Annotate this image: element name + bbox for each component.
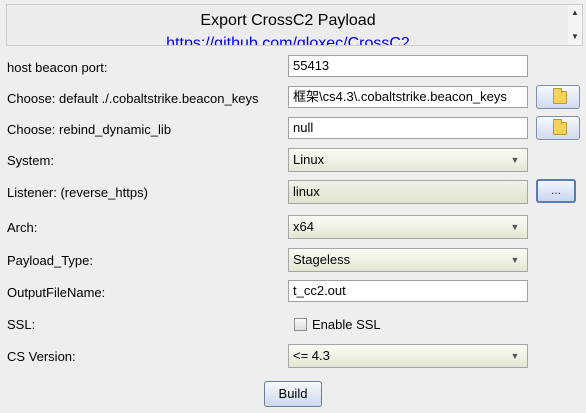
payload-type-select[interactable]: Stageless ▼ <box>288 248 528 272</box>
beacon-keys-browse-button[interactable] <box>536 85 580 109</box>
build-button[interactable]: Build <box>264 381 322 407</box>
arch-label: Arch: <box>7 220 38 235</box>
header-scrollbar[interactable]: ▲ ▼ <box>568 4 583 46</box>
beacon-keys-label: Choose: default ./.cobaltstrike.beacon_k… <box>7 91 259 106</box>
system-select[interactable]: Linux ▼ <box>288 148 528 172</box>
scroll-up-arrow-icon[interactable]: ▲ <box>568 6 582 20</box>
beacon-keys-input[interactable]: 框架\cs4.3\.cobaltstrike.beacon_keys <box>288 86 528 108</box>
beacon-port-label: host beacon port: <box>7 60 108 75</box>
arch-select[interactable]: x64 ▼ <box>288 215 528 239</box>
rebind-lib-label: Choose: rebind_dynamic_lib <box>7 122 172 137</box>
folder-icon <box>553 119 567 135</box>
github-link[interactable]: https://github.com/gloxec/CrossC2 <box>7 35 569 45</box>
ssl-label: SSL: <box>7 317 36 332</box>
chevron-down-icon[interactable]: ▼ <box>507 348 523 364</box>
cs-version-select[interactable]: <= 4.3 ▼ <box>288 344 528 368</box>
cs-version-label: CS Version: <box>7 349 76 364</box>
listener-label: Listener: (reverse_https) <box>7 185 148 200</box>
cs-version-selected-value: <= 4.3 <box>293 348 330 363</box>
chevron-down-icon[interactable]: ▼ <box>507 152 523 168</box>
folder-icon <box>553 88 567 104</box>
system-label: System: <box>7 153 54 168</box>
header-panel: Export CrossC2 Payload https://github.co… <box>6 4 570 46</box>
chevron-down-icon[interactable]: ▼ <box>507 219 523 235</box>
enable-ssl-label[interactable]: Enable SSL <box>312 317 381 332</box>
rebind-lib-input[interactable]: null <box>288 117 528 139</box>
listener-field[interactable]: linux <box>288 180 528 204</box>
scroll-down-arrow-icon[interactable]: ▼ <box>568 30 582 44</box>
system-selected-value: Linux <box>293 152 325 167</box>
listener-choose-button[interactable]: ... <box>536 179 576 203</box>
payload-type-selected-value: Stageless <box>293 252 351 267</box>
beacon-port-input[interactable]: 55413 <box>288 55 528 77</box>
payload-type-label: Payload_Type: <box>7 253 94 268</box>
rebind-lib-browse-button[interactable] <box>536 116 580 140</box>
dialog-title: Export CrossC2 Payload <box>200 12 376 29</box>
output-file-label: OutputFileName: <box>7 285 106 300</box>
arch-selected-value: x64 <box>293 219 314 234</box>
chevron-down-icon[interactable]: ▼ <box>507 252 523 268</box>
enable-ssl-checkbox[interactable] <box>294 318 307 331</box>
output-file-input[interactable]: t_cc2.out <box>288 280 528 302</box>
